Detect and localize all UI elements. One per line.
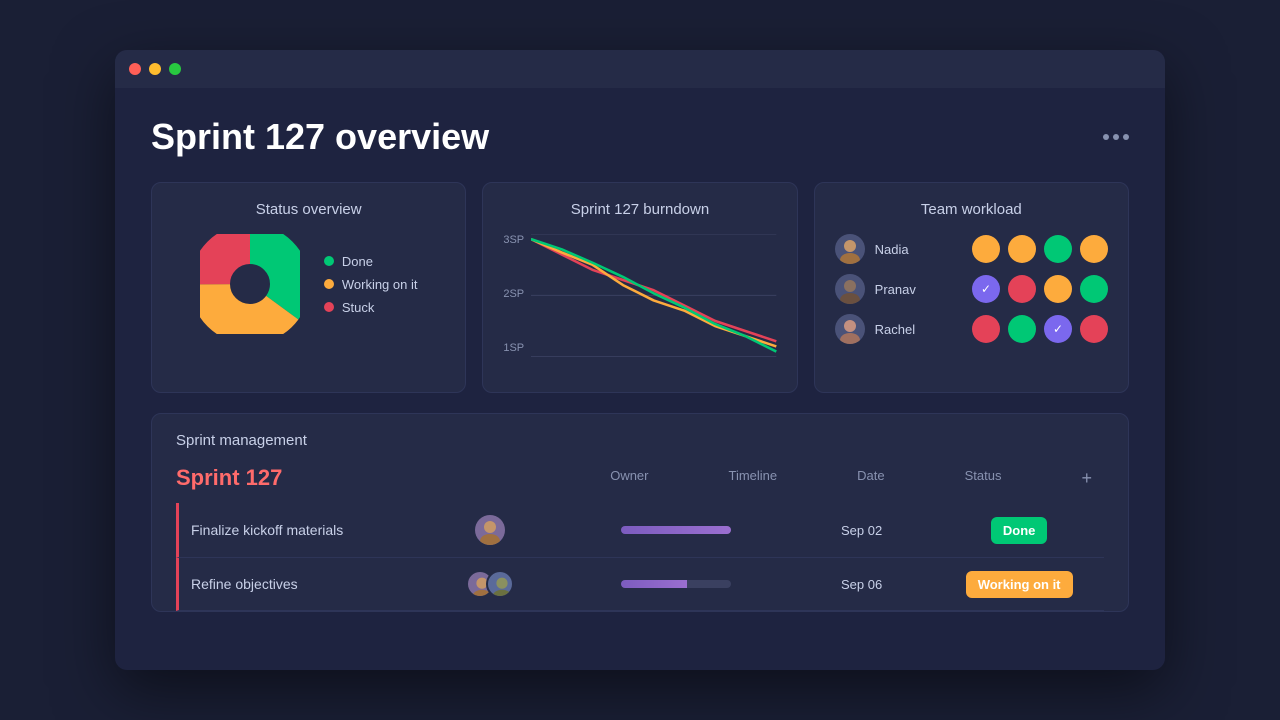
circle-rachel-1	[972, 315, 1000, 343]
status-cell-1: Done	[934, 517, 1104, 544]
main-content: Sprint 127 overview Status overview	[115, 88, 1165, 670]
workload-row-rachel: Rachel ✓	[835, 314, 1108, 344]
pie-chart	[200, 234, 300, 334]
circle-rachel-4	[1080, 315, 1108, 343]
more-dot-1	[1103, 134, 1109, 140]
more-dot-3	[1123, 134, 1129, 140]
y-label-1sp: 1SP	[503, 342, 524, 354]
page-title: Sprint 127 overview	[151, 116, 489, 158]
done-dot	[324, 256, 334, 266]
task-name-1: Finalize kickoff materials	[191, 522, 417, 538]
owner-cell-2	[433, 570, 546, 598]
status-card-title: Status overview	[172, 201, 445, 218]
cards-row: Status overview	[151, 182, 1129, 393]
timeline-cell-2	[563, 580, 789, 588]
stuck-dot	[324, 302, 334, 312]
burndown-svg	[531, 234, 776, 357]
name-pranav: Pranav	[875, 282, 930, 297]
management-title: Sprint management	[176, 432, 1104, 449]
date-2: Sep 06	[805, 577, 918, 592]
minimize-dot[interactable]	[149, 63, 161, 75]
working-dot	[324, 279, 334, 289]
timeline-empty	[687, 580, 731, 588]
circle-pranav-3	[1044, 275, 1072, 303]
circle-nadia-4	[1080, 235, 1108, 263]
timeline-cell-1	[563, 526, 789, 534]
col-owner: Owner	[610, 468, 648, 489]
y-label-2sp: 2SP	[503, 288, 524, 300]
burndown-card-title: Sprint 127 burndown	[503, 201, 776, 218]
stuck-label: Stuck	[342, 300, 375, 315]
avatar-nadia	[835, 234, 865, 264]
workload-circles-rachel: ✓	[940, 315, 1108, 343]
avatar-pranav	[835, 274, 865, 304]
maximize-dot[interactable]	[169, 63, 181, 75]
close-dot[interactable]	[129, 63, 141, 75]
workload-table: Nadia Pranav	[835, 234, 1108, 344]
legend-working: Working on it	[324, 277, 418, 292]
workload-row-pranav: Pranav ✓	[835, 274, 1108, 304]
col-status: Status	[965, 468, 1002, 489]
circle-nadia-2	[1008, 235, 1036, 263]
col-date: Date	[857, 468, 884, 489]
owner-avatar-stack	[466, 570, 514, 598]
sprint-name: Sprint 127	[176, 465, 610, 491]
timeline-fill	[621, 580, 687, 588]
table-row: Finalize kickoff materials Sep 02 Done	[176, 503, 1104, 558]
name-nadia: Nadia	[875, 242, 930, 257]
more-dot-2	[1113, 134, 1119, 140]
avatar-rachel	[835, 314, 865, 344]
workload-circles-nadia	[940, 235, 1108, 263]
workload-circles-pranav: ✓	[940, 275, 1108, 303]
app-window: Sprint 127 overview Status overview	[115, 50, 1165, 670]
workload-card-title: Team workload	[835, 201, 1108, 218]
task-name-2: Refine objectives	[191, 576, 417, 592]
name-rachel: Rachel	[875, 322, 930, 337]
owner-avatar-2b	[486, 570, 514, 598]
titlebar	[115, 50, 1165, 88]
burndown-card: Sprint 127 burndown 3SP 2SP 1SP	[482, 182, 797, 393]
circle-pranav-2	[1008, 275, 1036, 303]
owner-cell-1	[433, 515, 546, 545]
circle-nadia-3	[1044, 235, 1072, 263]
sprint-header: Sprint 127 Owner Timeline Date Status +	[176, 465, 1104, 491]
status-cell-2: Working on it	[934, 571, 1104, 598]
management-card: Sprint management Sprint 127 Owner Timel…	[151, 413, 1129, 612]
workload-row-nadia: Nadia	[835, 234, 1108, 264]
legend: Done Working on it Stuck	[324, 254, 418, 315]
owner-avatar-1	[475, 515, 505, 545]
table-row: Refine objectives	[176, 558, 1104, 611]
circle-rachel-3: ✓	[1044, 315, 1072, 343]
status-badge-working: Working on it	[966, 571, 1073, 598]
done-label: Done	[342, 254, 373, 269]
timeline-bar-partial	[621, 580, 731, 588]
date-1: Sep 02	[805, 523, 918, 538]
circle-rachel-2	[1008, 315, 1036, 343]
burndown-y-labels: 3SP 2SP 1SP	[503, 234, 524, 354]
legend-stuck: Stuck	[324, 300, 418, 315]
col-timeline: Timeline	[729, 468, 778, 489]
legend-done: Done	[324, 254, 418, 269]
circle-pranav-4	[1080, 275, 1108, 303]
working-label: Working on it	[342, 277, 418, 292]
workload-card: Team workload Nadia	[814, 182, 1129, 393]
y-label-3sp: 3SP	[503, 234, 524, 246]
status-badge-done: Done	[991, 517, 1048, 544]
add-column-button[interactable]: +	[1081, 468, 1092, 489]
status-overview-card: Status overview	[151, 182, 466, 393]
more-button[interactable]	[1103, 134, 1129, 140]
status-content: Done Working on it Stuck	[172, 234, 445, 334]
circle-pranav-1: ✓	[972, 275, 1000, 303]
circle-nadia-1	[972, 235, 1000, 263]
timeline-bar-full	[621, 526, 731, 534]
burndown-chart: 3SP 2SP 1SP	[503, 234, 776, 374]
page-header: Sprint 127 overview	[151, 116, 1129, 158]
